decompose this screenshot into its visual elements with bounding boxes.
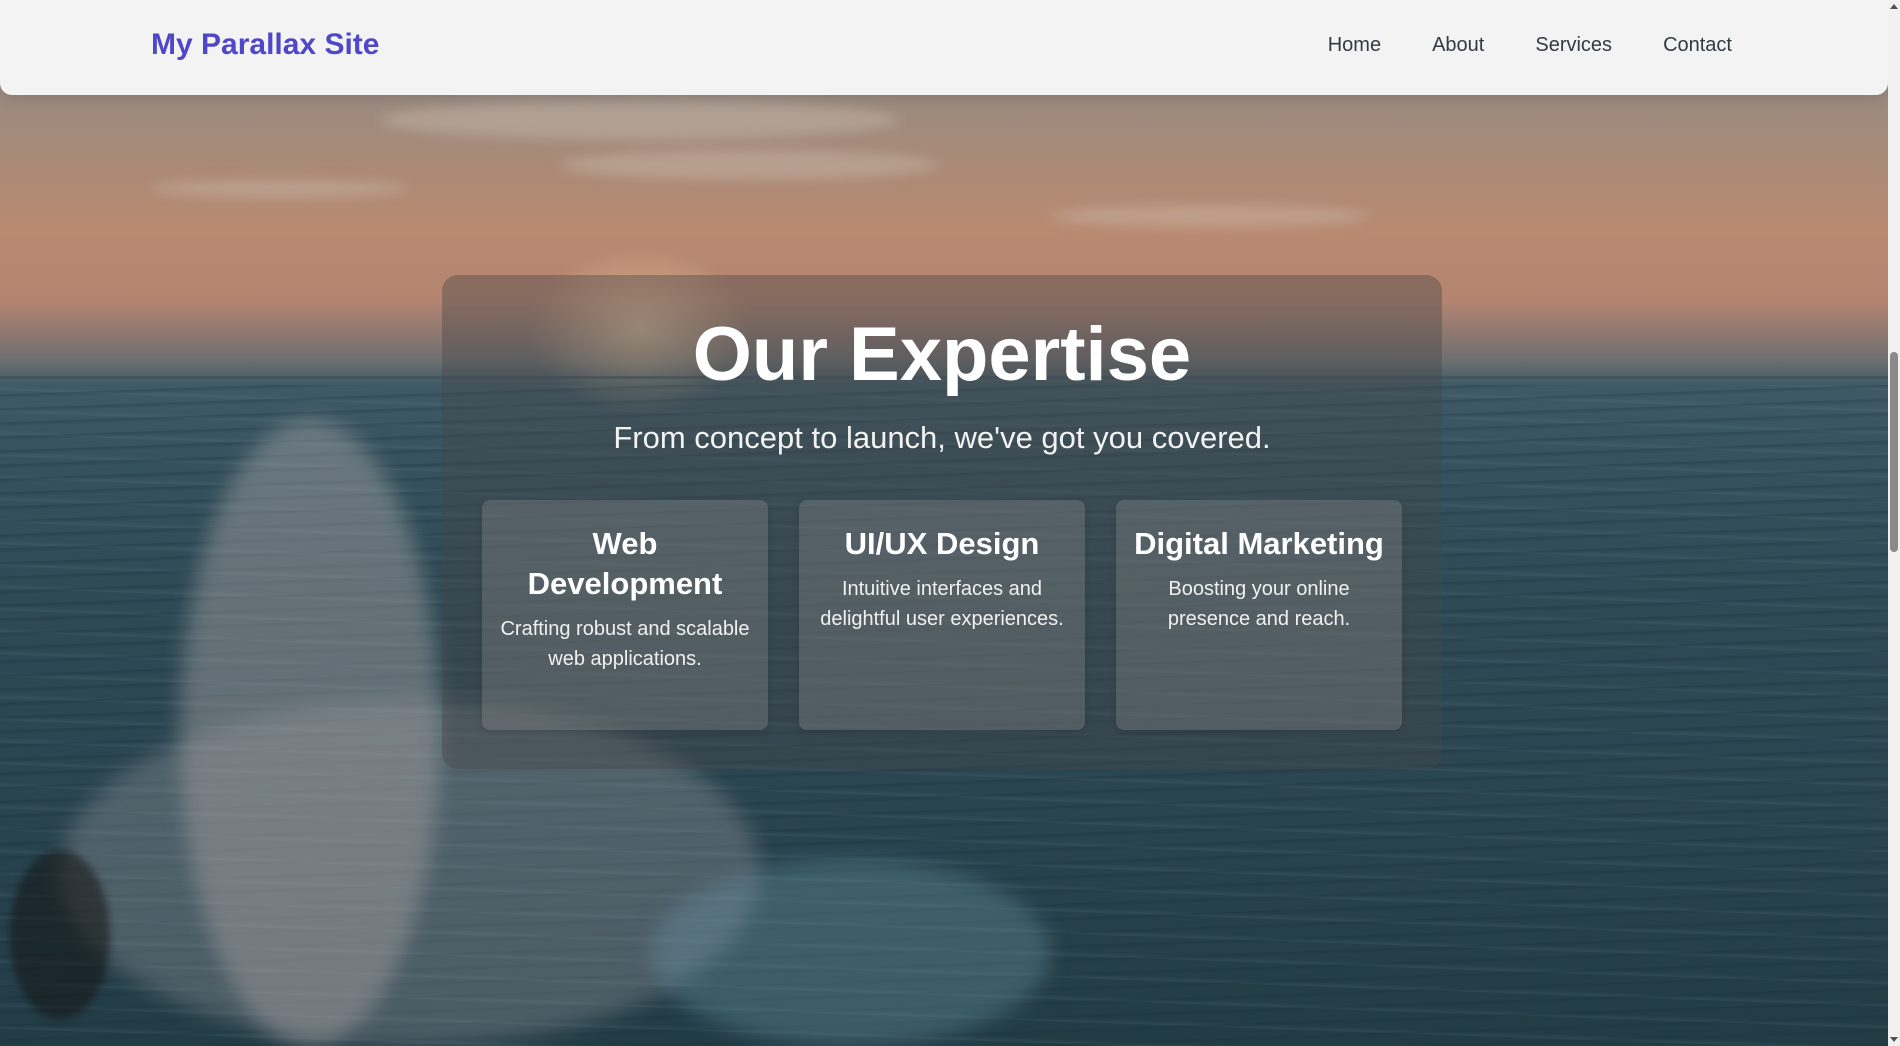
section-subtitle: From concept to launch, we've got you co… — [613, 420, 1271, 455]
service-card-ui-ux-design[interactable]: UI/UX Design Intuitive interfaces and de… — [799, 500, 1085, 730]
nav-link-services[interactable]: Services — [1535, 34, 1612, 57]
card-title: Web Development — [527, 526, 723, 601]
nav-link-contact[interactable]: Contact — [1663, 34, 1732, 57]
nav-links: Home About Services Contact — [1277, 34, 1732, 57]
top-navbar: My Parallax Site Home About Services Con… — [0, 0, 1888, 95]
cloud-streak — [380, 100, 900, 140]
page-scrollbar[interactable] — [1888, 0, 1900, 1046]
card-description: Intuitive interfaces and delightful user… — [820, 578, 1064, 630]
expertise-panel: Our Expertise From concept to launch, we… — [442, 275, 1442, 769]
cloud-streak — [560, 150, 940, 180]
site-logo-link[interactable]: My Parallax Site — [151, 28, 379, 62]
card-title: Digital Marketing — [1134, 526, 1384, 561]
dark-rock — [10, 850, 110, 1020]
service-card-web-development[interactable]: Web Development Crafting robust and scal… — [482, 500, 768, 730]
nav-link-about[interactable]: About — [1432, 34, 1484, 57]
wave-splash — [650, 860, 1050, 1046]
scroll-down-arrow-icon[interactable] — [1890, 1037, 1898, 1042]
cloud-streak — [1050, 205, 1370, 227]
card-title: UI/UX Design — [844, 526, 1040, 561]
scrollbar-thumb[interactable] — [1890, 352, 1898, 552]
scroll-up-arrow-icon[interactable] — [1890, 4, 1898, 9]
cloud-streak — [150, 180, 410, 198]
service-card-digital-marketing[interactable]: Digital Marketing Boosting your online p… — [1116, 500, 1402, 730]
nav-link-home[interactable]: Home — [1328, 34, 1381, 57]
section-title: Our Expertise — [692, 312, 1192, 397]
service-cards: Web Development Crafting robust and scal… — [482, 500, 1402, 730]
card-description: Crafting robust and scalable web applica… — [500, 618, 750, 670]
card-description: Boosting your online presence and reach. — [1167, 578, 1351, 630]
